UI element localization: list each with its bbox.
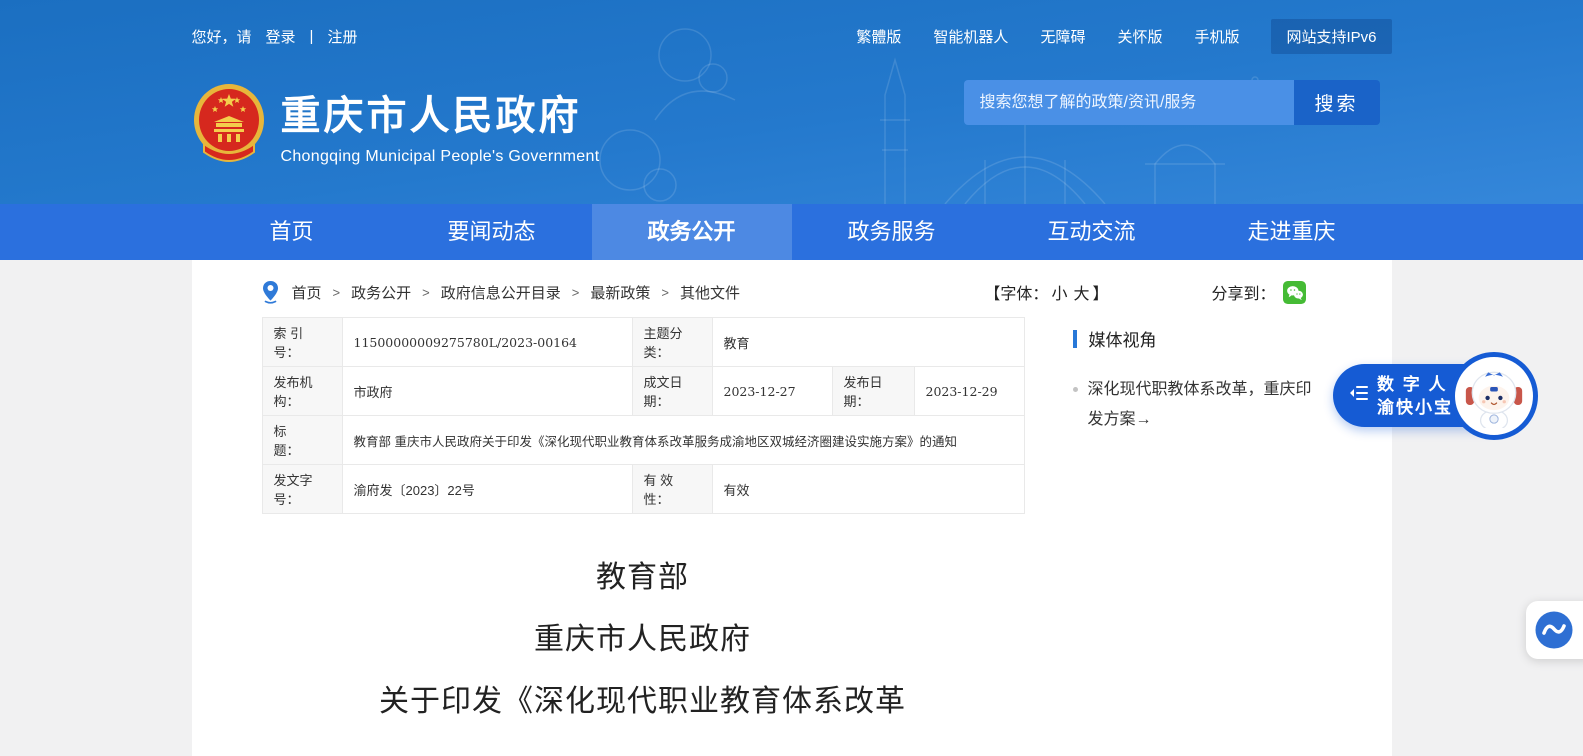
font-size-large-button[interactable]: 大 xyxy=(1073,286,1089,303)
table-row: 索 引 号： 11500000009275780L/2023-00164 主题分… xyxy=(262,318,1024,367)
link-accessibility[interactable]: 无障碍 xyxy=(1040,26,1085,47)
nav-item-gov-disclosure[interactable]: 政务公开 xyxy=(592,204,792,260)
media-list-item[interactable]: 深化现代职教体系改革，重庆印发方案→ xyxy=(1073,375,1321,435)
nav-item-about-chongqing[interactable]: 走进重庆 xyxy=(1192,204,1392,260)
media-section-title: 媒体视角 xyxy=(1089,326,1157,351)
issuing-agency-label: 发布机构： xyxy=(262,367,342,416)
document-title-line-3: 关于印发《深化现代职业教育体系改革 xyxy=(262,684,1024,720)
link-mobile-version[interactable]: 手机版 xyxy=(1194,26,1239,47)
main-nav-inner: 首页 要闻动态 政务公开 政务服务 互动交流 走进重庆 xyxy=(192,204,1392,260)
national-emblem-icon xyxy=(192,81,266,168)
validity-value: 有效 xyxy=(712,465,1024,514)
media-section-header: 媒体视角 xyxy=(1073,326,1335,351)
crumb-other-documents[interactable]: 其他文件 xyxy=(680,282,740,303)
document-title-line-2: 重庆市人民政府 xyxy=(262,622,1024,658)
index-number-value: 11500000009275780L/2023-00164 xyxy=(342,318,632,367)
nav-item-home[interactable]: 首页 xyxy=(192,204,392,260)
crumb-home[interactable]: 首页 xyxy=(292,282,322,303)
site-header: 您好，请 登录 | 注册 繁體版 智能机器人 无障碍 关怀版 手机版 网站支持I… xyxy=(0,0,1583,204)
floating-share-button[interactable] xyxy=(1526,601,1583,659)
document-info-table: 索 引 号： 11500000009275780L/2023-00164 主题分… xyxy=(262,317,1025,514)
title-label: 标 题： xyxy=(262,416,342,465)
link-smart-robot[interactable]: 智能机器人 xyxy=(933,26,1008,47)
index-number-label: 索 引 号： xyxy=(262,318,342,367)
written-date-label: 成文日期： xyxy=(632,367,712,416)
publish-date-value: 2023-12-29 xyxy=(914,367,1024,416)
share-label: 分享到： xyxy=(1211,280,1275,304)
share-tools: 分享到： xyxy=(1211,280,1305,304)
crumb-separator: > xyxy=(572,285,580,300)
table-row: 发文字号： 渝府发〔2023〕22号 有 效 性： 有效 xyxy=(262,465,1024,514)
document-title-block: 教育部 重庆市人民政府 关于印发《深化现代职业教育体系改革 xyxy=(262,560,1024,746)
crumb-separator: > xyxy=(422,285,430,300)
topic-category-value: 教育 xyxy=(712,318,1024,367)
main-content: 首页 > 政务公开 > 政府信息公开目录 > 最新政策 > 其他文件 【字体：小… xyxy=(192,260,1392,756)
search-input[interactable] xyxy=(964,80,1294,125)
breadcrumb: 首页 > 政务公开 > 政府信息公开目录 > 最新政策 > 其他文件 xyxy=(262,280,740,304)
site-search: 搜索 xyxy=(964,80,1380,125)
location-pin-icon xyxy=(262,280,279,304)
document-title-line-1: 教育部 xyxy=(262,560,1024,596)
site-subtitle: Chongqing Municipal People's Government xyxy=(281,148,600,166)
nav-item-gov-services[interactable]: 政务服务 xyxy=(792,204,992,260)
media-perspective-section: 媒体视角 深化现代职教体系改革，重庆印发方案→ xyxy=(1073,326,1335,435)
link-care-version[interactable]: 关怀版 xyxy=(1117,26,1162,47)
font-size-prefix: 【字体： xyxy=(984,286,1048,303)
wechat-share-icon[interactable] xyxy=(1283,281,1306,304)
section-accent-bar xyxy=(1073,330,1077,348)
collapse-arrow-icon xyxy=(1349,385,1368,406)
font-size-small-button[interactable]: 小 xyxy=(1051,286,1067,303)
login-link[interactable]: 登录 xyxy=(266,26,296,47)
robot-mascot-icon xyxy=(1462,364,1526,428)
assistant-label-line2: 渝快小宝 xyxy=(1377,398,1453,417)
topbar-login-area: 您好，请 登录 | 注册 xyxy=(192,26,358,47)
title-value: 教育部 重庆市人民政府关于印发《深化现代职业教育体系改革服务成渝地区双城经济圈建… xyxy=(342,416,1024,465)
crumb-separator: > xyxy=(661,285,669,300)
login-register-divider: | xyxy=(310,28,314,45)
font-size-suffix: 】 xyxy=(1092,286,1108,303)
document-number-value: 渝府发〔2023〕22号 xyxy=(342,465,632,514)
table-row: 标 题： 教育部 重庆市人民政府关于印发《深化现代职业教育体系改革服务成渝地区双… xyxy=(262,416,1024,465)
page-root: 您好，请 登录 | 注册 繁體版 智能机器人 无障碍 关怀版 手机版 网站支持I… xyxy=(0,0,1583,756)
site-title: 重庆市人民政府 xyxy=(281,83,600,141)
topic-category-label: 主题分类： xyxy=(632,318,712,367)
nav-item-news[interactable]: 要闻动态 xyxy=(392,204,592,260)
link-traditional-chinese[interactable]: 繁體版 xyxy=(856,26,901,47)
document-number-label: 发文字号： xyxy=(262,465,342,514)
topbar-links: 繁體版 智能机器人 无障碍 关怀版 手机版 网站支持IPv6 xyxy=(856,19,1391,54)
crumb-gov-disclosure[interactable]: 政务公开 xyxy=(351,282,411,303)
main-nav: 首页 要闻动态 政务公开 政务服务 互动交流 走进重庆 xyxy=(0,204,1583,260)
font-size-tools: 【字体：小大】 xyxy=(984,280,1108,304)
assistant-label-line1: 数 字 人 xyxy=(1377,375,1447,394)
header-inner: 您好，请 登录 | 注册 繁體版 智能机器人 无障碍 关怀版 手机版 网站支持I… xyxy=(192,0,1392,204)
crumb-latest-policies[interactable]: 最新政策 xyxy=(590,282,650,303)
written-date-value: 2023-12-27 xyxy=(712,367,832,416)
search-button[interactable]: 搜索 xyxy=(1294,80,1380,125)
brand-text: 重庆市人民政府 Chongqing Municipal People's Gov… xyxy=(281,83,600,166)
digital-assistant-widget: 数 字 人 渝快小宝 xyxy=(1333,352,1545,440)
register-link[interactable]: 注册 xyxy=(327,26,357,47)
breadcrumb-row: 首页 > 政务公开 > 政府信息公开目录 > 最新政策 > 其他文件 【字体：小… xyxy=(192,260,1392,304)
assistant-label: 数 字 人 渝快小宝 xyxy=(1377,373,1453,419)
share-wave-icon xyxy=(1534,610,1574,650)
publish-date-label: 发布日期： xyxy=(832,367,914,416)
issuing-agency-value: 市政府 xyxy=(342,367,632,416)
table-row: 发布机构： 市政府 成文日期： 2023-12-27 发布日期： 2023-12… xyxy=(262,367,1024,416)
topbar: 您好，请 登录 | 注册 繁體版 智能机器人 无障碍 关怀版 手机版 网站支持I… xyxy=(192,0,1392,54)
nav-item-interaction[interactable]: 互动交流 xyxy=(992,204,1192,260)
link-ipv6[interactable]: 网站支持IPv6 xyxy=(1271,19,1391,54)
assistant-mascot-avatar[interactable] xyxy=(1450,352,1538,440)
greeting-text: 您好，请 xyxy=(192,26,252,47)
crumb-info-catalog[interactable]: 政府信息公开目录 xyxy=(441,282,561,303)
validity-label: 有 效 性： xyxy=(632,465,712,514)
crumb-separator: > xyxy=(333,285,341,300)
